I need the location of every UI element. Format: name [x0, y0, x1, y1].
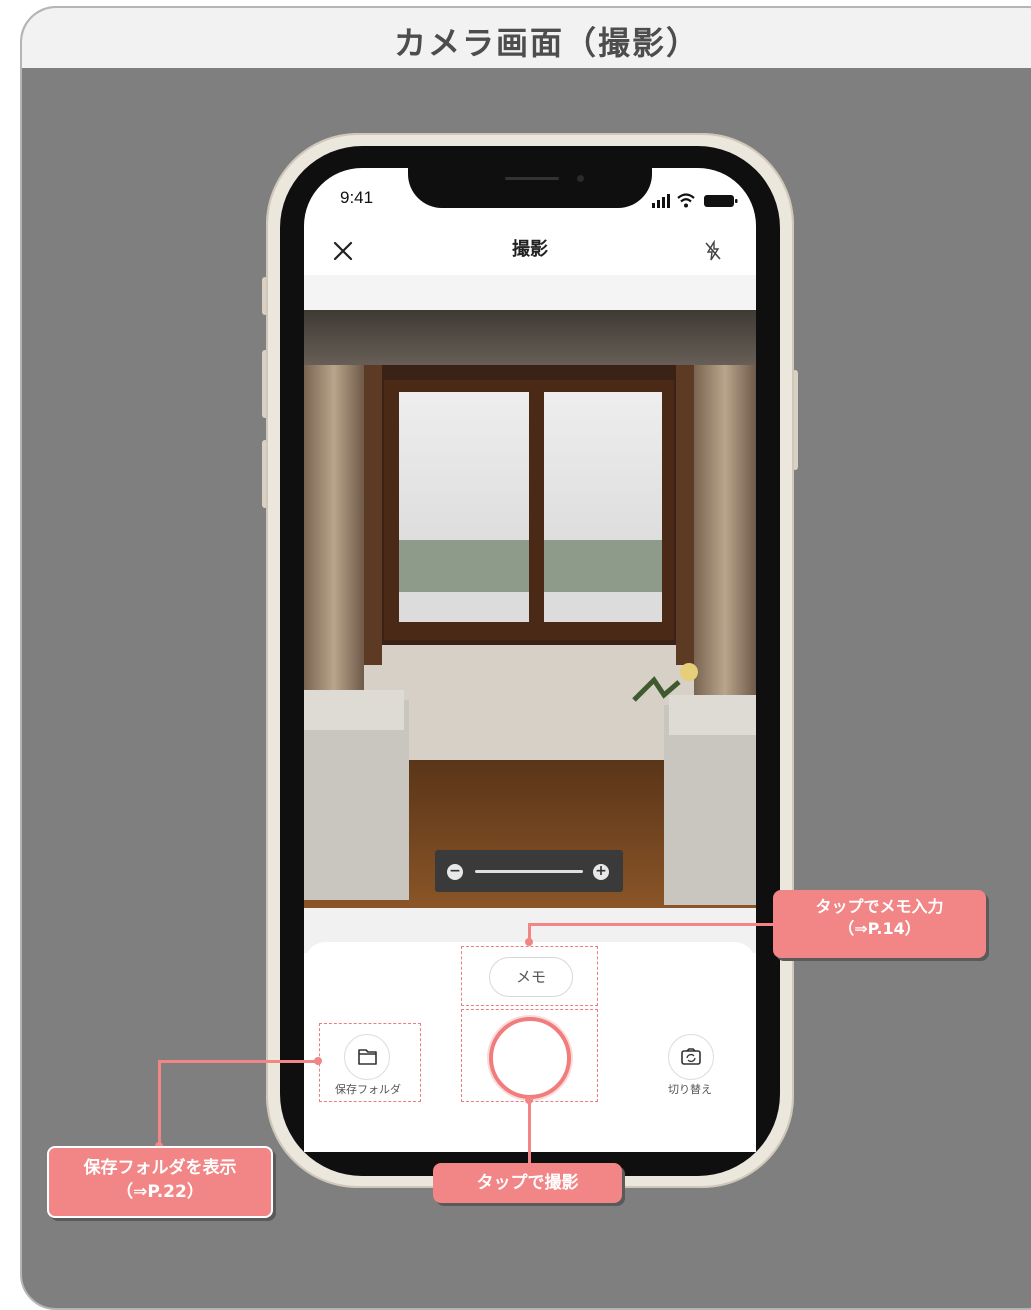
slide-header: カメラ画面（撮影）: [22, 8, 1031, 70]
close-icon[interactable]: [330, 238, 356, 264]
memo-callout-line1: タップでメモ入力: [815, 897, 944, 916]
shutter-highlight-box: [461, 1009, 598, 1102]
flash-off-icon[interactable]: [703, 240, 723, 262]
nav-title: 撮影: [512, 239, 548, 260]
zoom-slider[interactable]: − +: [435, 850, 623, 892]
shoot-connector-dot: [525, 1096, 533, 1104]
zoom-track[interactable]: [475, 870, 583, 873]
memo-highlight-box: [461, 946, 598, 1006]
switch-camera-button[interactable]: [668, 1034, 714, 1080]
camera-switch-icon: [681, 1048, 701, 1065]
status-icons: [652, 193, 738, 208]
page-title: カメラ画面（撮影）: [393, 24, 700, 62]
switch-camera-label: 切り替え: [668, 1083, 712, 1096]
shoot-callout-connector: [528, 1100, 531, 1163]
folder-callout-line2: （⇒P.22）: [116, 1182, 204, 1202]
wifi-icon: [677, 193, 695, 208]
folder-callout-connector-h: [158, 1060, 318, 1063]
camera-preview[interactable]: [304, 310, 756, 908]
viewfinder-top-band: [304, 275, 756, 310]
earpiece-speaker: [505, 177, 559, 180]
folder-callout: 保存フォルダを表示 （⇒P.22）: [47, 1146, 273, 1218]
memo-callout-connector-h: [528, 923, 773, 926]
folder-callout-line1: 保存フォルダを表示: [83, 1158, 237, 1178]
battery-icon: [704, 195, 738, 207]
shoot-callout-text: タップで撮影: [476, 1173, 579, 1193]
folder-highlight-box: [319, 1023, 421, 1102]
status-time: 9:41: [340, 188, 374, 207]
room-preview-image: [304, 310, 756, 908]
folder-connector-dot: [314, 1057, 322, 1065]
zoom-in-button[interactable]: +: [593, 864, 609, 880]
memo-callout: タップでメモ入力 （⇒P.14）: [773, 890, 986, 958]
zoom-out-button[interactable]: −: [447, 864, 463, 880]
folder-callout-connector-v: [158, 1060, 161, 1146]
signal-icon: [652, 194, 670, 208]
memo-callout-line2: （⇒P.14）: [838, 919, 921, 938]
camera-nav-bar: 撮影: [304, 225, 756, 275]
shoot-callout: タップで撮影: [433, 1163, 622, 1203]
front-camera: [577, 175, 584, 182]
memo-connector-dot: [525, 938, 533, 946]
